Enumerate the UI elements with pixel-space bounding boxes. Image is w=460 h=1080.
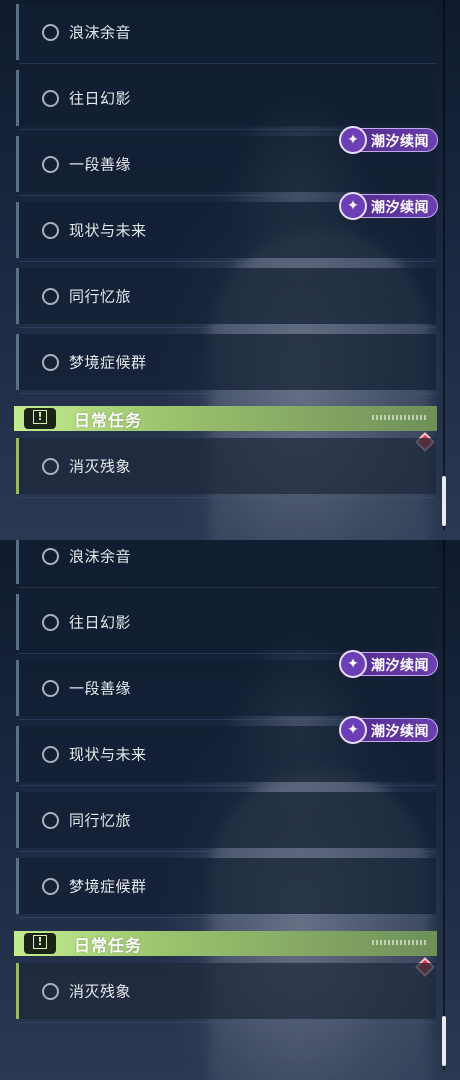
quest-panel-bottom: 浪沫余音 往日幻影 一段善缘 现状与未来 同行忆旅 梦境症候群 ✦ 潮汐续闻 ✦	[0, 540, 460, 1080]
radio-circle-icon	[42, 877, 59, 895]
quest-list: 浪沫余音 往日幻影 一段善缘 现状与未来 同行忆旅 梦境症候群 ✦ 潮汐续闻 ✦	[0, 540, 460, 1080]
quest-label: 消灭残象	[69, 457, 132, 476]
swirl-icon: ✦	[339, 192, 367, 220]
badge-label: 潮汐续闻	[371, 200, 429, 216]
radio-circle-icon	[42, 613, 59, 631]
tide-story-badge: ✦ 潮汐续闻	[339, 126, 438, 154]
quest-panel-top: 浪沫余音 往日幻影 一段善缘 现状与未来 同行忆旅 梦境症候群 ✦ 潮汐续闻 ✦	[0, 0, 460, 540]
quest-item-wangri[interactable]: 往日幻影	[16, 70, 436, 130]
radio-circle-icon	[42, 547, 59, 565]
scrollbar-track[interactable]	[443, 0, 445, 530]
quest-item-langmo[interactable]: 浪沫余音	[16, 4, 436, 64]
scrollbar-track[interactable]	[443, 540, 445, 1070]
exclamation-icon: !	[24, 408, 56, 429]
quest-label: 一段善缘	[69, 679, 132, 698]
radio-circle-icon	[42, 679, 59, 697]
daily-quest-header[interactable]: ! 日常任务	[14, 931, 437, 956]
quest-label: 消灭残象	[69, 982, 132, 1001]
quest-label: 同行忆旅	[69, 287, 132, 306]
section-title: 日常任务	[74, 936, 143, 955]
quest-label: 往日幻影	[69, 613, 132, 632]
quest-label: 现状与未来	[69, 745, 147, 764]
section-title: 日常任务	[74, 411, 143, 430]
tide-story-badge: ✦ 潮汐续闻	[339, 716, 438, 744]
tide-story-badge: ✦ 潮汐续闻	[339, 650, 438, 678]
quest-item-tongxing[interactable]: 同行忆旅	[16, 792, 436, 852]
radio-circle-icon	[42, 457, 59, 475]
scrollbar-thumb[interactable]	[442, 1016, 446, 1066]
quest-label: 一段善缘	[69, 155, 132, 174]
quest-label: 梦境症候群	[69, 353, 147, 372]
header-decoration	[372, 940, 427, 945]
exclamation-icon: !	[24, 933, 56, 954]
swirl-icon: ✦	[339, 650, 367, 678]
badge-label: 潮汐续闻	[371, 658, 429, 674]
swirl-icon: ✦	[339, 716, 367, 744]
badge-label: 潮汐续闻	[371, 134, 429, 150]
radio-circle-icon	[42, 89, 59, 107]
swirl-icon: ✦	[339, 126, 367, 154]
quest-item-mengjing[interactable]: 梦境症候群	[16, 334, 436, 394]
header-decoration	[372, 415, 427, 420]
quest-item-mengjing[interactable]: 梦境症候群	[16, 858, 436, 918]
quest-item-wangri[interactable]: 往日幻影	[16, 594, 436, 654]
radio-circle-icon	[42, 745, 59, 763]
quest-label: 往日幻影	[69, 89, 132, 108]
quest-label: 浪沫余音	[69, 547, 132, 566]
scrollbar-thumb[interactable]	[442, 476, 446, 526]
radio-circle-icon	[42, 155, 59, 173]
badge-label: 潮汐续闻	[371, 724, 429, 740]
radio-circle-icon	[42, 221, 59, 239]
radio-circle-icon	[42, 23, 59, 41]
quest-item-langmo[interactable]: 浪沫余音	[16, 540, 436, 588]
quest-item-tongxing[interactable]: 同行忆旅	[16, 268, 436, 328]
tide-story-badge: ✦ 潮汐续闻	[339, 192, 438, 220]
radio-circle-icon	[42, 811, 59, 829]
quest-label: 现状与未来	[69, 221, 147, 240]
quest-label: 同行忆旅	[69, 811, 132, 830]
quest-label: 浪沫余音	[69, 23, 132, 42]
radio-circle-icon	[42, 287, 59, 305]
radio-circle-icon	[42, 982, 59, 1000]
daily-quest-header[interactable]: ! 日常任务	[14, 406, 437, 431]
quest-label: 梦境症候群	[69, 877, 147, 896]
quest-list: 浪沫余音 往日幻影 一段善缘 现状与未来 同行忆旅 梦境症候群 ✦ 潮汐续闻 ✦	[0, 0, 460, 540]
quest-item-xiaomie[interactable]: 消灭残象	[16, 963, 436, 1023]
radio-circle-icon	[42, 353, 59, 371]
quest-item-xiaomie[interactable]: 消灭残象	[16, 438, 436, 498]
